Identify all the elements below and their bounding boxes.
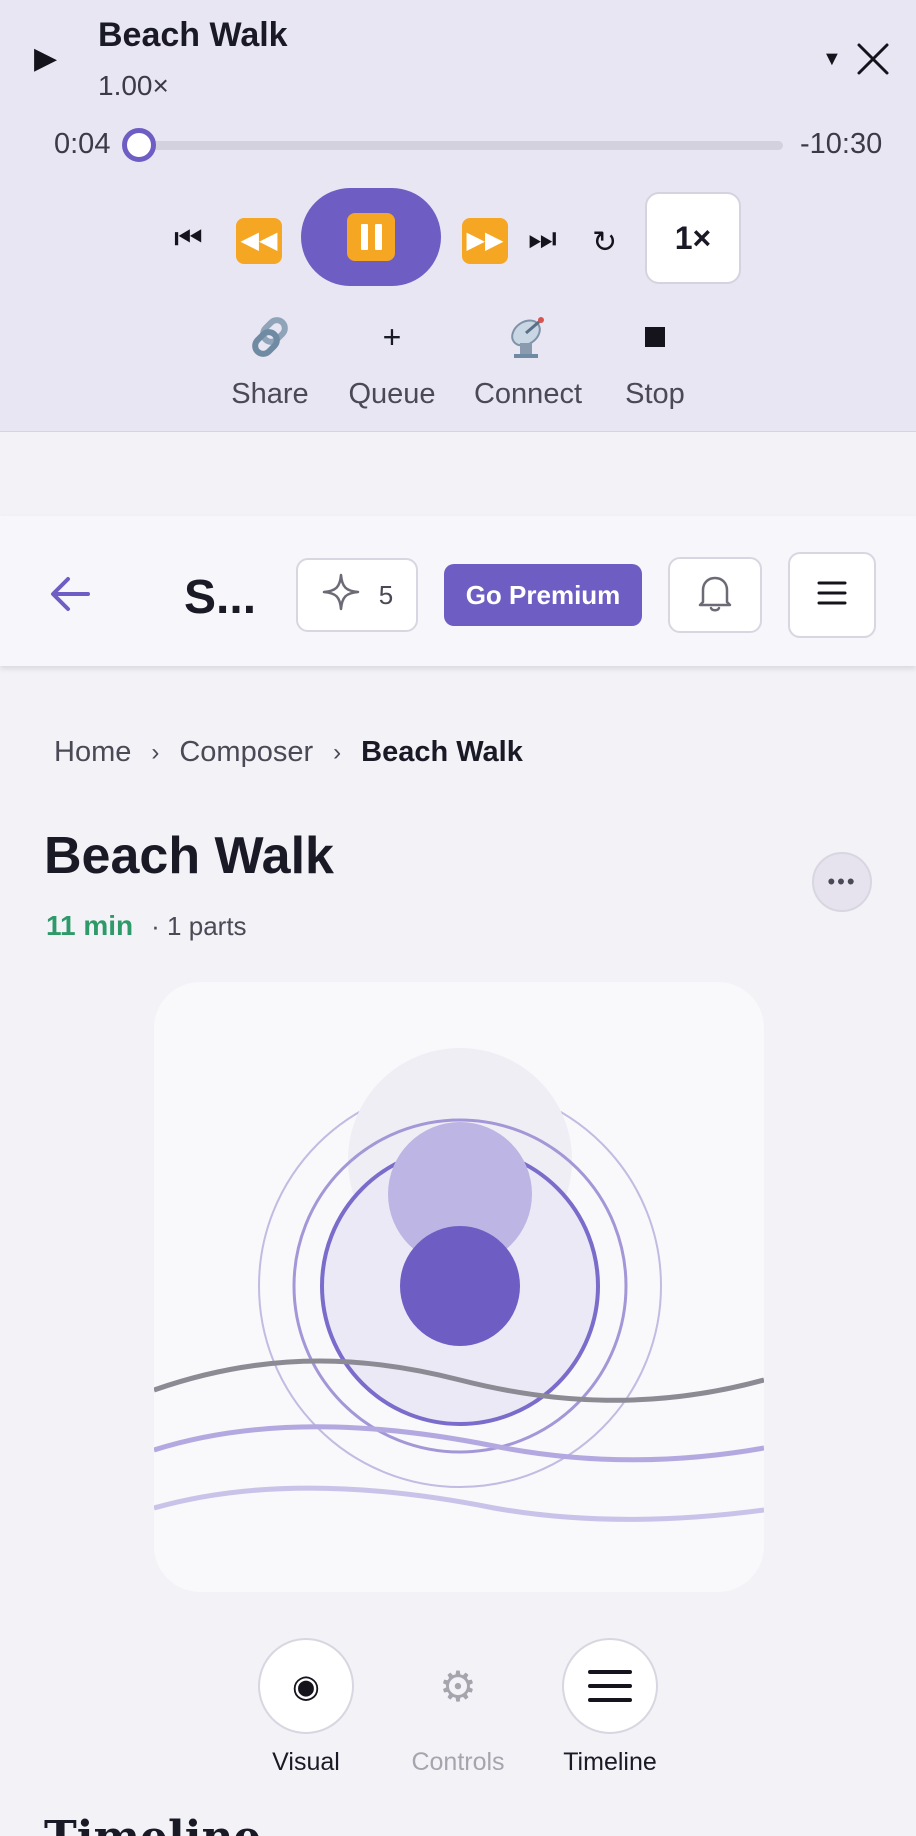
queue-action[interactable]: + Queue [345, 312, 439, 411]
link-icon [228, 312, 312, 362]
sparkle-icon [321, 572, 361, 619]
mode-timeline-label: Timeline [563, 1748, 657, 1776]
mode-visual[interactable]: ◉ Visual [258, 1638, 354, 1777]
skip-next-icon[interactable]: ⏭ [528, 222, 557, 254]
visualizer-card [154, 982, 764, 1592]
breadcrumb: Home › Composer › Beach Walk [54, 736, 523, 769]
breadcrumb-separator: › [151, 738, 160, 766]
share-action[interactable]: Share [228, 312, 312, 411]
bell-icon [695, 572, 735, 619]
play-icon[interactable]: ▶ [34, 44, 57, 74]
more-options-button[interactable]: ••• [812, 852, 872, 912]
mode-controls-label: Controls [411, 1748, 505, 1776]
page-title: Beach Walk [44, 827, 334, 885]
fast-forward-button[interactable]: ▶▶ [462, 218, 508, 264]
stop-action[interactable]: Stop [620, 312, 690, 411]
go-premium-button[interactable]: Go Premium [444, 564, 642, 626]
parts-label: · 1 parts [151, 911, 247, 941]
share-label: Share [231, 378, 309, 410]
breadcrumb-current: Beach Walk [361, 736, 523, 768]
satellite-icon [470, 312, 586, 362]
visualizer-graphic [154, 1048, 764, 1522]
stop-label: Stop [625, 378, 685, 410]
mode-controls[interactable]: ⚙ Controls [410, 1638, 506, 1777]
gear-icon: ⚙ [439, 1662, 477, 1710]
stop-icon [620, 312, 690, 362]
remaining-time: -10:30 [800, 128, 883, 160]
mode-visual-label: Visual [272, 1748, 340, 1776]
player-title: Beach Walk [98, 16, 288, 54]
section-heading: Timeline [44, 1812, 261, 1836]
seek-knob[interactable] [122, 128, 156, 162]
mode-timeline[interactable]: Timeline [562, 1638, 658, 1777]
speed-button[interactable]: 1× [645, 192, 741, 284]
seek-bar[interactable] [139, 141, 783, 150]
radio-dot-icon: ◉ [258, 1638, 354, 1734]
pause-button[interactable] [301, 188, 441, 286]
close-icon[interactable] [856, 42, 890, 76]
elapsed-time: 0:04 [54, 128, 111, 160]
breadcrumb-home[interactable]: Home [54, 736, 131, 769]
pause-icon [347, 213, 395, 261]
notifications-button[interactable] [668, 557, 762, 633]
sparkle-button[interactable]: 5 [296, 558, 418, 632]
player-rate: 1.00× [98, 70, 169, 101]
collapse-caret-icon[interactable]: ▼ [822, 48, 842, 71]
hamburger-icon [817, 580, 847, 611]
back-arrow-icon[interactable] [46, 570, 94, 618]
queue-label: Queue [348, 378, 436, 410]
breadcrumb-composer[interactable]: Composer [179, 736, 313, 769]
ellipsis-icon: ••• [827, 869, 857, 894]
mini-player: ▶ Beach Walk 1.00× ▼ 0:04 -10:30 ⏮ ◀◀ ▶▶… [0, 0, 916, 432]
sparkle-count: 5 [378, 579, 394, 610]
track-meta: 11 min · 1 parts [46, 910, 247, 942]
connect-action[interactable]: Connect [470, 312, 586, 411]
connect-label: Connect [473, 378, 582, 410]
duration-label: 11 min [46, 910, 134, 941]
rewind-button[interactable]: ◀◀ [236, 218, 282, 264]
skip-previous-icon[interactable]: ⏮ [174, 222, 203, 254]
list-icon [562, 1638, 658, 1734]
repeat-icon[interactable]: ↻ [592, 228, 617, 258]
breadcrumb-separator: › [333, 738, 342, 766]
header-title: S... [184, 571, 257, 624]
plus-icon: + [382, 318, 402, 355]
menu-button[interactable] [788, 552, 876, 638]
